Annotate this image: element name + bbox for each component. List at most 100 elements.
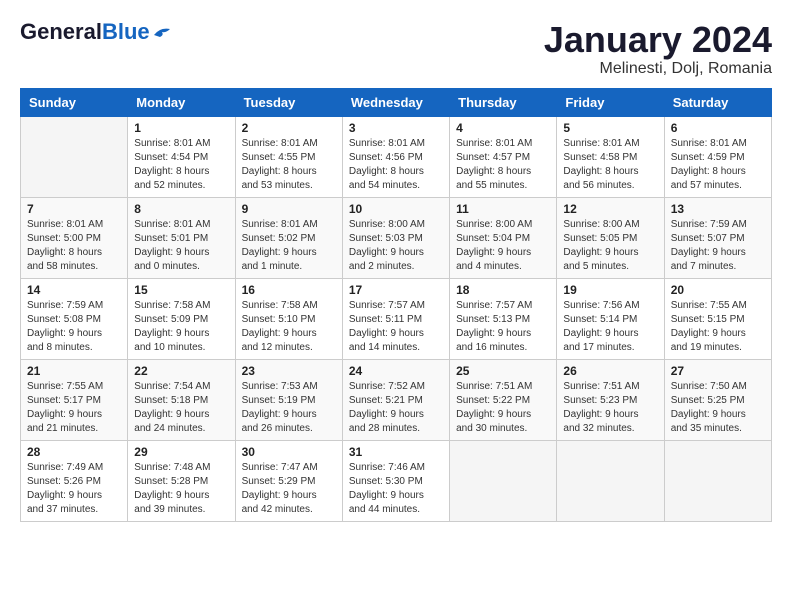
day-info: Sunrise: 7:57 AMSunset: 5:13 PMDaylight:… <box>456 299 550 355</box>
day-number: 21 <box>27 364 121 378</box>
day-number: 3 <box>349 121 443 135</box>
table-row: 27 Sunrise: 7:50 AMSunset: 5:25 PMDayligh… <box>664 359 771 440</box>
day-number: 12 <box>563 202 657 216</box>
table-row: 15 Sunrise: 7:58 AMSunset: 5:09 PMDayligh… <box>128 278 235 359</box>
day-info: Sunrise: 7:58 AMSunset: 5:09 PMDaylight:… <box>134 299 228 355</box>
day-number: 4 <box>456 121 550 135</box>
col-monday: Monday <box>128 88 235 116</box>
table-row: 11 Sunrise: 8:00 AMSunset: 5:04 PMDayligh… <box>450 197 557 278</box>
table-row: 24Sunrise: 7:52 AMSunset: 5:21 PMDayligh… <box>342 359 449 440</box>
table-row: 23Sunrise: 7:53 AMSunset: 5:19 PMDayligh… <box>235 359 342 440</box>
day-number: 8 <box>134 202 228 216</box>
table-row: 2 Sunrise: 8:01 AMSunset: 4:55 PMDaylight… <box>235 116 342 197</box>
table-row: 29 Sunrise: 7:48 AMSunset: 5:28 PMDayligh… <box>128 440 235 521</box>
col-sunday: Sunday <box>21 88 128 116</box>
day-number: 1 <box>134 121 228 135</box>
table-row: 13 Sunrise: 7:59 AMSunset: 5:07 PMDayligh… <box>664 197 771 278</box>
table-row: 21Sunrise: 7:55 AMSunset: 5:17 PMDayligh… <box>21 359 128 440</box>
day-number: 24 <box>349 364 443 378</box>
day-number: 11 <box>456 202 550 216</box>
day-info: Sunrise: 8:01 AMSunset: 5:01 PMDaylight:… <box>134 218 228 274</box>
day-number: 22 <box>134 364 228 378</box>
table-row: 31 Sunrise: 7:46 AMSunset: 5:30 PMDayligh… <box>342 440 449 521</box>
day-number: 9 <box>242 202 336 216</box>
month-title: January 2024 <box>544 20 772 60</box>
table-row: 1 Sunrise: 8:01 AMSunset: 4:54 PMDaylight… <box>128 116 235 197</box>
day-number: 31 <box>349 445 443 459</box>
day-number: 2 <box>242 121 336 135</box>
calendar-week-row: 21Sunrise: 7:55 AMSunset: 5:17 PMDayligh… <box>21 359 772 440</box>
day-number: 7 <box>27 202 121 216</box>
col-wednesday: Wednesday <box>342 88 449 116</box>
logo-text: GeneralBlue <box>20 20 150 44</box>
day-number: 27 <box>671 364 765 378</box>
page-header: GeneralBlue January 2024 Melinesti, Dolj… <box>20 20 772 78</box>
day-info: Sunrise: 8:00 AMSunset: 5:04 PMDaylight:… <box>456 218 550 274</box>
logo: GeneralBlue <box>20 20 172 44</box>
day-info: Sunrise: 8:00 AMSunset: 5:03 PMDaylight:… <box>349 218 443 274</box>
table-row: 16Sunrise: 7:58 AMSunset: 5:10 PMDayligh… <box>235 278 342 359</box>
table-row: 19 Sunrise: 7:56 AMSunset: 5:14 PMDayligh… <box>557 278 664 359</box>
table-row: 4Sunrise: 8:01 AMSunset: 4:57 PMDaylight… <box>450 116 557 197</box>
day-info: Sunrise: 7:51 AMSunset: 5:22 PMDaylight:… <box>456 380 550 436</box>
day-number: 10 <box>349 202 443 216</box>
day-info: Sunrise: 8:01 AMSunset: 5:00 PMDaylight:… <box>27 218 121 274</box>
day-info: Sunrise: 8:01 AMSunset: 4:55 PMDaylight:… <box>242 137 336 193</box>
table-row <box>450 440 557 521</box>
table-row: 26 Sunrise: 7:51 AMSunset: 5:23 PMDayligh… <box>557 359 664 440</box>
day-number: 28 <box>27 445 121 459</box>
table-row: 10 Sunrise: 8:00 AMSunset: 5:03 PMDayligh… <box>342 197 449 278</box>
table-row: 20Sunrise: 7:55 AMSunset: 5:15 PMDayligh… <box>664 278 771 359</box>
col-thursday: Thursday <box>450 88 557 116</box>
day-info: Sunrise: 7:47 AMSunset: 5:29 PMDaylight:… <box>242 461 336 517</box>
col-tuesday: Tuesday <box>235 88 342 116</box>
day-info: Sunrise: 7:51 AMSunset: 5:23 PMDaylight:… <box>563 380 657 436</box>
day-number: 6 <box>671 121 765 135</box>
table-row: 3 Sunrise: 8:01 AMSunset: 4:56 PMDaylight… <box>342 116 449 197</box>
day-info: Sunrise: 8:01 AMSunset: 4:59 PMDaylight:… <box>671 137 765 193</box>
table-row: 22 Sunrise: 7:54 AMSunset: 5:18 PMDayligh… <box>128 359 235 440</box>
table-row: 12 Sunrise: 8:00 AMSunset: 5:05 PMDayligh… <box>557 197 664 278</box>
day-info: Sunrise: 8:01 AMSunset: 4:56 PMDaylight:… <box>349 137 443 193</box>
table-row: 14 Sunrise: 7:59 AMSunset: 5:08 PMDayligh… <box>21 278 128 359</box>
title-area: January 2024 Melinesti, Dolj, Romania <box>544 20 772 78</box>
table-row: 8 Sunrise: 8:01 AMSunset: 5:01 PMDaylight… <box>128 197 235 278</box>
table-row <box>664 440 771 521</box>
day-info: Sunrise: 7:46 AMSunset: 5:30 PMDaylight:… <box>349 461 443 517</box>
day-number: 14 <box>27 283 121 297</box>
day-info: Sunrise: 8:00 AMSunset: 5:05 PMDaylight:… <box>563 218 657 274</box>
calendar-table: Sunday Monday Tuesday Wednesday Thursday… <box>20 88 772 522</box>
day-info: Sunrise: 7:54 AMSunset: 5:18 PMDaylight:… <box>134 380 228 436</box>
day-info: Sunrise: 7:49 AMSunset: 5:26 PMDaylight:… <box>27 461 121 517</box>
day-number: 15 <box>134 283 228 297</box>
day-number: 23 <box>242 364 336 378</box>
day-number: 18 <box>456 283 550 297</box>
day-info: Sunrise: 7:56 AMSunset: 5:14 PMDaylight:… <box>563 299 657 355</box>
day-number: 17 <box>349 283 443 297</box>
day-number: 30 <box>242 445 336 459</box>
day-number: 25 <box>456 364 550 378</box>
table-row: 6 Sunrise: 8:01 AMSunset: 4:59 PMDaylight… <box>664 116 771 197</box>
col-friday: Friday <box>557 88 664 116</box>
table-row: 30 Sunrise: 7:47 AMSunset: 5:29 PMDayligh… <box>235 440 342 521</box>
day-info: Sunrise: 7:59 AMSunset: 5:08 PMDaylight:… <box>27 299 121 355</box>
day-number: 26 <box>563 364 657 378</box>
day-number: 13 <box>671 202 765 216</box>
day-number: 29 <box>134 445 228 459</box>
calendar-header-row: Sunday Monday Tuesday Wednesday Thursday… <box>21 88 772 116</box>
day-info: Sunrise: 7:59 AMSunset: 5:07 PMDaylight:… <box>671 218 765 274</box>
day-info: Sunrise: 7:50 AMSunset: 5:25 PMDaylight:… <box>671 380 765 436</box>
table-row: 7 Sunrise: 8:01 AMSunset: 5:00 PMDaylight… <box>21 197 128 278</box>
day-number: 19 <box>563 283 657 297</box>
day-info: Sunrise: 7:58 AMSunset: 5:10 PMDaylight:… <box>242 299 336 355</box>
day-info: Sunrise: 8:01 AMSunset: 5:02 PMDaylight:… <box>242 218 336 274</box>
day-info: Sunrise: 8:01 AMSunset: 4:54 PMDaylight:… <box>134 137 228 193</box>
location: Melinesti, Dolj, Romania <box>544 60 772 78</box>
day-number: 5 <box>563 121 657 135</box>
table-row <box>557 440 664 521</box>
table-row: 18 Sunrise: 7:57 AMSunset: 5:13 PMDayligh… <box>450 278 557 359</box>
logo-bird-icon <box>152 25 172 39</box>
calendar-week-row: 7 Sunrise: 8:01 AMSunset: 5:00 PMDaylight… <box>21 197 772 278</box>
day-info: Sunrise: 7:48 AMSunset: 5:28 PMDaylight:… <box>134 461 228 517</box>
calendar-week-row: 28 Sunrise: 7:49 AMSunset: 5:26 PMDayligh… <box>21 440 772 521</box>
